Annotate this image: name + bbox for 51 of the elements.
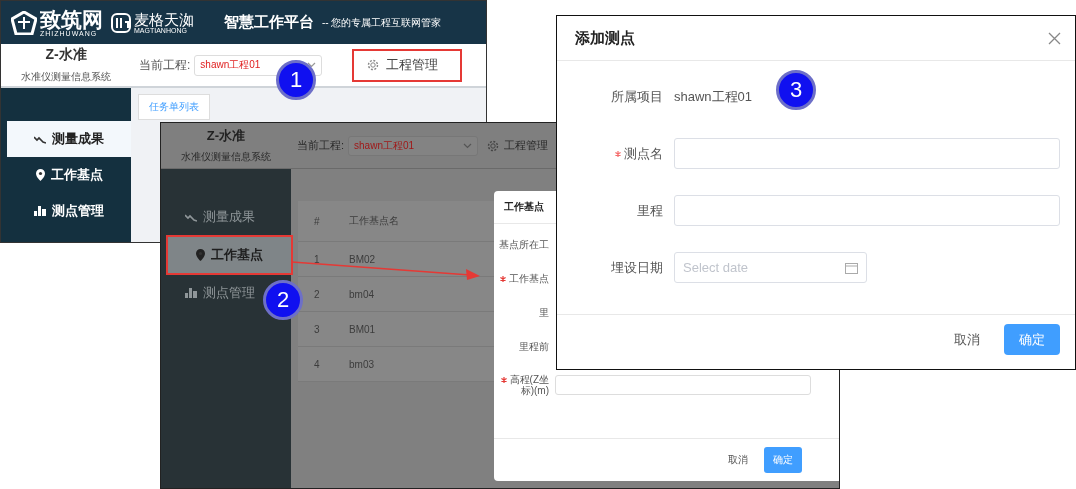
calendar-icon (845, 261, 858, 274)
field-value: shawn工程01 (674, 87, 753, 106)
app-title: Z-水准 (45, 46, 87, 64)
close-icon[interactable] (1048, 31, 1061, 45)
cancel-button[interactable]: 取消 (728, 453, 748, 467)
sidebar-item[interactable]: 测量成果 (7, 121, 131, 157)
field-label: 里程 (636, 201, 663, 220)
trend-line-icon (34, 134, 46, 144)
dialog-title: 添加测点 (575, 28, 635, 48)
gear-icon (486, 138, 501, 153)
input-field[interactable] (674, 195, 1060, 226)
confirm-button[interactable]: 确定 (764, 447, 802, 473)
trend-line-icon (185, 212, 197, 222)
app-title: Z-水准 (206, 127, 246, 145)
platform-title: 智慧工作平台 (224, 13, 314, 32)
tab[interactable]: 任务单列表 (138, 94, 210, 120)
required-star-icon (500, 377, 507, 384)
sidebar-item[interactable]: 工作基点 (7, 157, 131, 193)
cancel-button[interactable]: 取消 (954, 330, 980, 349)
app-subtitle: 水准仪测量信息系统 (181, 150, 271, 164)
required-star-icon (500, 276, 506, 283)
map-pin-icon (196, 249, 205, 261)
logo-text: 致筑网 (40, 8, 103, 30)
sidebar-item[interactable]: 测点管理 (7, 193, 131, 229)
project-label: 当前工程: (297, 138, 345, 153)
column-header: # (298, 201, 333, 242)
logo-icon (11, 10, 37, 35)
required-star-icon (615, 150, 621, 157)
brand-logo-icon (111, 12, 131, 33)
app-subtitle: 水准仪测量信息系统 (21, 70, 111, 84)
map-pin-icon (35, 169, 45, 181)
input-field[interactable] (674, 138, 1060, 169)
sidebar-item[interactable]: 测点管理 (185, 275, 255, 311)
field-label: 所属项目 (610, 87, 663, 106)
table-cell: 4 (298, 346, 333, 382)
input-field[interactable] (555, 375, 811, 395)
project-management-button[interactable]: 工程管理 (352, 48, 463, 82)
confirm-button[interactable]: 确定 (1004, 324, 1060, 355)
sidebar-item[interactable]: 测量成果 (185, 199, 255, 235)
field-label: 埋设日期 (610, 258, 663, 277)
bar-chart-icon (185, 288, 197, 298)
field-label: 测点名 (557, 138, 663, 169)
bar-chart-icon (34, 206, 46, 216)
gear-icon (366, 58, 381, 72)
sidebar-item[interactable]: 工作基点 (166, 235, 293, 275)
project-management-button[interactable]: 工程管理 (484, 135, 551, 156)
table-cell: 1 (298, 241, 333, 277)
brand-name: 麦格天洳 (134, 11, 194, 27)
project-label: 当前工程: (139, 56, 191, 74)
chevron-down-icon (463, 142, 473, 149)
slogan: -- 您的专属工程互联网管家 (322, 15, 442, 30)
